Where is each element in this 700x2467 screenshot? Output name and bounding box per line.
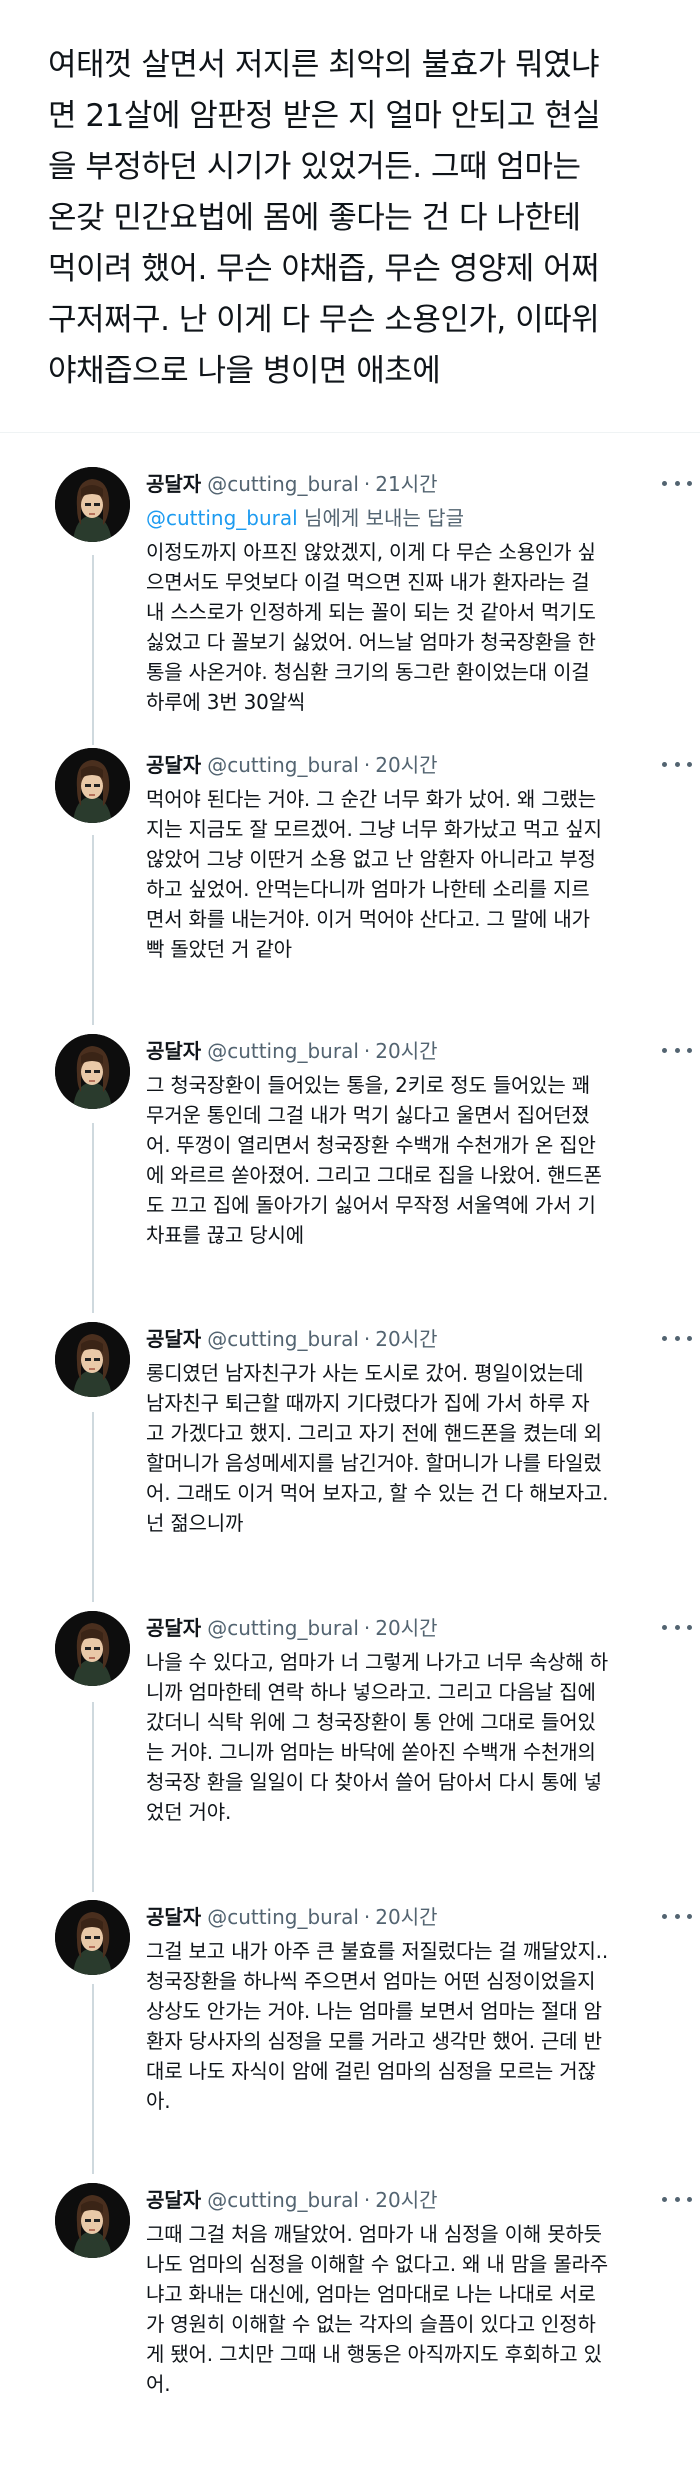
avatar-illustration-icon <box>55 1611 130 1686</box>
user-handle[interactable]: @cutting_bural <box>207 753 359 777</box>
user-handle[interactable]: @cutting_bural <box>207 1039 359 1063</box>
reply-text: 나을 수 있다고, 엄마가 너 그렇게 나가고 너무 속상해 하 니까 엄마한테… <box>146 1650 608 1824</box>
reply-text: 그 청국장환이 들어있는 통을, 2키로 정도 들어있는 꽤 무거운 통인데 그… <box>146 1073 602 1247</box>
more-options-icon[interactable] <box>662 471 692 495</box>
timestamp[interactable]: 21시간 <box>375 472 437 496</box>
thread-line <box>92 1123 94 1313</box>
avatar-illustration-icon <box>55 748 130 823</box>
user-handle[interactable]: @cutting_bural <box>207 2188 359 2212</box>
display-name[interactable]: 공달자 <box>146 472 201 496</box>
display-name[interactable]: 공달자 <box>146 753 201 777</box>
reply-header: 공달자 @cutting_bural · 20시간 <box>146 2185 666 2215</box>
timestamp[interactable]: 20시간 <box>375 1616 437 1640</box>
reply-text: 그때 그걸 처음 깨달았어. 엄마가 내 심정을 이해 못하듯 나도 엄마의 심… <box>146 2222 608 2396</box>
user-handle[interactable]: @cutting_bural <box>207 1327 359 1351</box>
avatar[interactable] <box>55 467 130 542</box>
mention-link[interactable]: @cutting_bural <box>146 506 298 530</box>
display-name[interactable]: 공달자 <box>146 2188 201 2212</box>
separator-dot: · <box>363 1039 371 1063</box>
timestamp[interactable]: 20시간 <box>375 753 437 777</box>
thread-line <box>92 1702 94 1892</box>
more-options-icon[interactable] <box>662 1615 692 1639</box>
divider <box>0 432 700 433</box>
avatar[interactable] <box>55 1900 130 1975</box>
timestamp[interactable]: 20시간 <box>375 1905 437 1929</box>
thread-line <box>92 555 94 745</box>
reply-header: 공달자 @cutting_bural · 21시간 <box>146 469 666 499</box>
timestamp[interactable]: 20시간 <box>375 1327 437 1351</box>
avatar-illustration-icon <box>55 1322 130 1397</box>
separator-dot: · <box>363 1616 371 1640</box>
user-handle[interactable]: @cutting_bural <box>207 1905 359 1929</box>
more-options-icon[interactable] <box>662 1326 692 1350</box>
display-name[interactable]: 공달자 <box>146 1327 201 1351</box>
main-tweet-text: 여태껏 살면서 저지른 최악의 불효가 뭐였냐 면 21살에 암판정 받은 지 … <box>48 47 601 389</box>
user-handle[interactable]: @cutting_bural <box>207 1616 359 1640</box>
thread-line <box>92 1984 94 2174</box>
timestamp[interactable]: 20시간 <box>375 2188 437 2212</box>
separator-dot: · <box>363 2188 371 2212</box>
reply-to-label: 님에게 보내는 답글 <box>297 506 464 530</box>
avatar[interactable] <box>55 1034 130 1109</box>
reply-header: 공달자 @cutting_bural · 20시간 <box>146 1613 666 1643</box>
avatar-illustration-icon <box>55 2183 130 2258</box>
thread-line <box>92 835 94 1025</box>
user-handle[interactable]: @cutting_bural <box>207 472 359 496</box>
reply-text: 그걸 보고 내가 아주 큰 불효를 저질렀다는 걸 깨달았지.. 청국장환을 하… <box>146 1939 608 2113</box>
reply-text: 이정도까지 아프진 않았겠지, 이게 다 무슨 소용인가 싶 으면서도 무엇보다… <box>146 540 596 714</box>
timestamp[interactable]: 20시간 <box>375 1039 437 1063</box>
separator-dot: · <box>363 1905 371 1929</box>
separator-dot: · <box>363 472 371 496</box>
more-options-icon[interactable] <box>662 1904 692 1928</box>
display-name[interactable]: 공달자 <box>146 1039 201 1063</box>
display-name[interactable]: 공달자 <box>146 1616 201 1640</box>
avatar[interactable] <box>55 1611 130 1686</box>
avatar-illustration-icon <box>55 1900 130 1975</box>
reply-text: 먹어야 된다는 거야. 그 순간 너무 화가 났어. 왜 그랬는 지는 지금도 … <box>146 787 602 961</box>
reply-header: 공달자 @cutting_bural · 20시간 <box>146 1902 666 1932</box>
avatar[interactable] <box>55 2183 130 2258</box>
separator-dot: · <box>363 753 371 777</box>
separator-dot: · <box>363 1327 371 1351</box>
avatar[interactable] <box>55 748 130 823</box>
reply-header: 공달자 @cutting_bural · 20시간 <box>146 1036 666 1066</box>
avatar-illustration-icon <box>55 467 130 542</box>
avatar-illustration-icon <box>55 1034 130 1109</box>
more-options-icon[interactable] <box>662 752 692 776</box>
display-name[interactable]: 공달자 <box>146 1905 201 1929</box>
thread-line <box>92 1412 94 1602</box>
reply-text: 롱디였던 남자친구가 사는 도시로 갔어. 평일이었는데 남자친구 퇴근할 때까… <box>146 1361 609 1535</box>
avatar[interactable] <box>55 1322 130 1397</box>
more-options-icon[interactable] <box>662 2187 692 2211</box>
reply-to-line: @cutting_bural 님에게 보내는 답글 <box>146 503 666 533</box>
more-options-icon[interactable] <box>662 1038 692 1062</box>
reply-header: 공달자 @cutting_bural · 20시간 <box>146 1324 666 1354</box>
reply-header: 공달자 @cutting_bural · 20시간 <box>146 750 666 780</box>
